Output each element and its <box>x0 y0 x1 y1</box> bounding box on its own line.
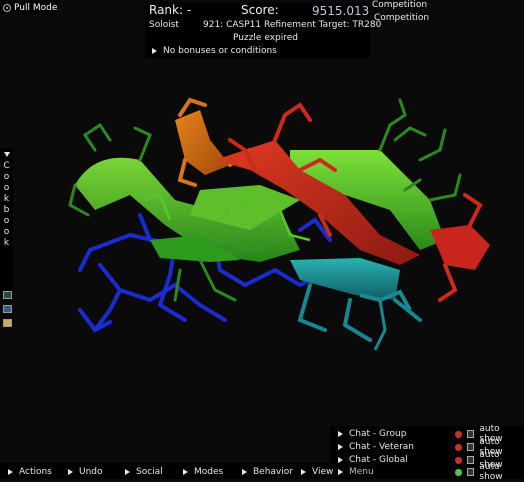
status-dot-icon <box>455 456 462 464</box>
actions-menu[interactable]: Actions <box>8 467 52 477</box>
expand-arrow-icon <box>152 47 157 54</box>
score-label: Score: <box>241 3 279 17</box>
expand-arrow-icon <box>338 444 343 450</box>
competition-label-1[interactable]: Competition <box>372 0 427 10</box>
modes-menu[interactable]: Modes <box>183 467 223 477</box>
undo-menu[interactable]: Undo <box>68 467 103 477</box>
status-dot-icon <box>455 443 462 451</box>
orange-segment[interactable] <box>175 97 267 187</box>
green-segment[interactable] <box>68 98 462 302</box>
player-mode: Soloist <box>149 20 179 30</box>
expand-arrow-icon <box>301 468 306 475</box>
protein-viewport[interactable] <box>0 0 524 479</box>
note-icon[interactable] <box>3 319 12 327</box>
auto-show-checkbox[interactable] <box>466 468 475 476</box>
auto-show-checkbox[interactable] <box>466 430 475 438</box>
bonuses-toggle[interactable]: No bonuses or conditions <box>152 46 277 56</box>
chat-global-label: Chat - Global <box>349 455 408 465</box>
expand-arrow-icon <box>183 468 188 475</box>
status-dot-icon <box>455 430 462 438</box>
competition-label-2[interactable]: Competition <box>374 13 429 23</box>
auto-show-label: auto show <box>479 462 503 482</box>
pull-mode-indicator[interactable]: Pull Mode <box>0 0 58 15</box>
social-menu[interactable]: Social <box>125 467 163 477</box>
behavior-menu[interactable]: Behavior <box>242 467 293 477</box>
teal-segment[interactable] <box>290 258 422 351</box>
pull-mode-icon <box>3 3 11 12</box>
bonuses-label: No bonuses or conditions <box>163 46 277 56</box>
recipe-icon[interactable] <box>3 291 12 299</box>
menu-label: Menu <box>349 467 374 477</box>
chat-panel: Chat - Group auto show Chat - Veteran au… <box>330 424 524 482</box>
expand-arrow-icon <box>338 431 343 437</box>
expand-arrow-icon <box>68 468 73 475</box>
cookbook-panel[interactable]: C o o k b o o k <box>0 148 13 327</box>
auto-show-checkbox[interactable] <box>466 443 475 451</box>
puzzle-title: 921: CASP11 Refinement Target: TR280 <box>203 20 382 30</box>
chat-group-label: Chat - Group <box>349 429 407 439</box>
bottom-menu-bar: Actions Undo Social Modes Behavior View <box>0 463 333 479</box>
expand-arrow-icon <box>125 468 130 475</box>
view-menu[interactable]: View <box>301 467 333 477</box>
folder-icon[interactable] <box>3 305 12 313</box>
puzzle-status: Puzzle expired <box>233 33 298 43</box>
cookbook-label: C o o k b o o k <box>3 161 10 248</box>
expand-arrow-icon <box>338 457 343 463</box>
score-panel: Rank: - Score: 9515.013 Soloist 921: CAS… <box>145 2 381 58</box>
score-value: 9515.013 <box>312 4 370 18</box>
chat-veteran-label: Chat - Veteran <box>349 442 414 452</box>
rank-label: Rank: - <box>149 3 192 17</box>
expand-arrow-icon <box>8 468 13 475</box>
pull-mode-label: Pull Mode <box>14 2 58 13</box>
menu-row[interactable]: Menu auto show <box>338 462 522 482</box>
status-dot-icon <box>455 468 462 476</box>
expand-arrow-icon <box>242 468 247 475</box>
auto-show-checkbox[interactable] <box>466 456 475 464</box>
collapse-arrow-icon[interactable] <box>3 152 10 157</box>
expand-arrow-icon <box>338 469 343 475</box>
